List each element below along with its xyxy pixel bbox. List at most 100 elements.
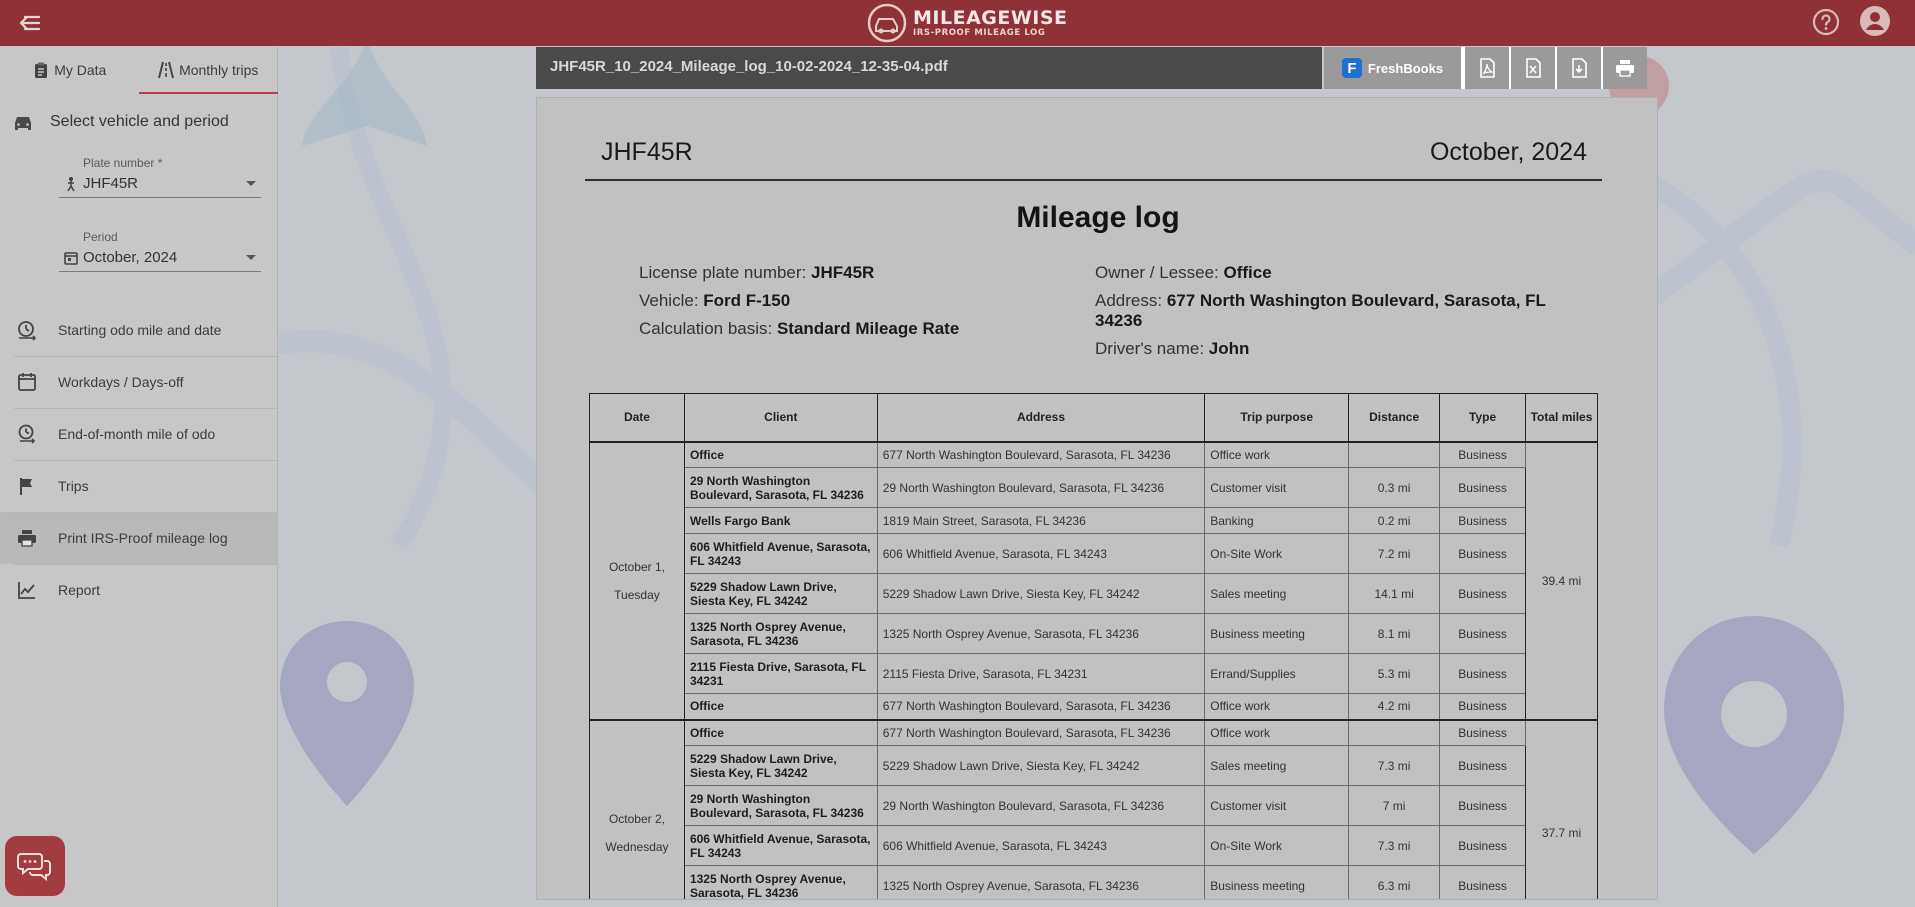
basis-label: Calculation basis:: [639, 319, 777, 338]
total-miles-cell: 39.4 mi: [1525, 440, 1598, 720]
owner-label: Owner / Lessee:: [1095, 263, 1224, 282]
distance-cell: 5.3 mi: [1348, 653, 1441, 694]
distance-cell: [1348, 440, 1441, 468]
plate-number-value: JHF45R: [83, 175, 139, 192]
table-row: 29 North Washington Boulevard, Sarasota,…: [590, 785, 1598, 826]
owner-line: Owner / Lessee: Office: [1095, 259, 1565, 287]
nav-workdays[interactable]: Workdays / Days-off: [0, 356, 277, 408]
column-header: Type: [1439, 393, 1527, 442]
purpose-cell: On-Site Work: [1204, 533, 1350, 574]
purpose-cell: Banking: [1204, 507, 1350, 534]
distance-cell: 0.3 mi: [1348, 467, 1441, 508]
client-cell: Wells Fargo Bank: [683, 507, 878, 534]
nav-label: Trips: [58, 478, 89, 494]
driver-label: Driver's name:: [1095, 339, 1209, 358]
print-button[interactable]: [1601, 47, 1647, 89]
client-cell: Office: [683, 693, 878, 720]
distance-cell: [1348, 718, 1441, 746]
back-arrow-icon[interactable]: [16, 9, 44, 37]
distance-cell: 8.1 mi: [1348, 613, 1441, 654]
trips-table: Date Client Address Trip purpose Distanc…: [589, 393, 1598, 899]
trips-table-body: October 1, Tuesday Office 677 North Washing…: [589, 440, 1598, 899]
calendar-icon: [64, 251, 78, 265]
excel-export-button[interactable]: [1509, 47, 1555, 89]
table-row: 5229 Shadow Lawn Drive, Siesta Key, FL 3…: [590, 745, 1598, 786]
pdf-filename-bar: JHF45R_10_2024_Mileage_log_10-02-2024_12…: [536, 47, 1322, 89]
nav-label: Workdays / Days-off: [58, 374, 184, 390]
table-row: 2115 Fiesta Drive, Sarasota, FL 34231 211…: [590, 653, 1598, 694]
license-value: JHF45R: [811, 263, 875, 282]
table-row: Wells Fargo Bank 1819 Main Street, Saraso…: [590, 507, 1598, 534]
vehicle-label: Vehicle:: [639, 291, 704, 310]
owner-value: Office: [1223, 263, 1272, 282]
nav-report[interactable]: Report: [0, 564, 277, 616]
chat-support-button[interactable]: [5, 836, 65, 896]
odometer-end-icon: [18, 424, 36, 444]
type-cell: Business: [1439, 785, 1527, 826]
period-select[interactable]: October, 2024: [59, 244, 261, 272]
chevron-down-icon: [246, 181, 256, 186]
tab-monthly-trips[interactable]: Monthly trips: [139, 46, 278, 94]
type-cell: Business: [1439, 533, 1527, 574]
plate-number-label: Plate number *: [83, 156, 163, 170]
address-cell: 677 North Washington Boulevard, Sarasota…: [876, 440, 1206, 468]
nav-label: End-of-month mile of odo: [58, 426, 216, 442]
file-export-icon: [1572, 58, 1587, 78]
pdf-filename: JHF45R_10_2024_Mileage_log_10-02-2024_12…: [550, 58, 948, 75]
plate-number-select[interactable]: JHF45R: [59, 170, 261, 198]
help-icon[interactable]: [1811, 7, 1841, 37]
column-header: Client: [683, 393, 878, 442]
license-label: License plate number:: [639, 263, 811, 282]
chevron-down-icon: [246, 255, 256, 260]
address-cell: 1819 Main Street, Sarasota, FL 34236: [876, 507, 1206, 534]
freshbooks-export-button[interactable]: F FreshBooks: [1324, 47, 1463, 89]
address-label: Address:: [1095, 291, 1167, 310]
type-cell: Business: [1439, 745, 1527, 786]
odometer-start-icon: [18, 321, 37, 341]
plate-number-field[interactable]: Plate number * JHF45R: [59, 156, 261, 198]
table-row: October 1, Tuesday Office 677 North Washing…: [589, 440, 1598, 720]
nav-starting-odo[interactable]: Starting odo mile and date: [0, 304, 277, 356]
distance-cell: 7.2 mi: [1348, 533, 1441, 574]
purpose-cell: Office work: [1204, 440, 1350, 468]
client-cell: 606 Whitfield Avenue, Sarasota, FL 34243: [683, 533, 878, 574]
active-tab-indicator: [139, 92, 278, 94]
client-cell: 2115 Fiesta Drive, Sarasota, FL 34231: [683, 653, 878, 694]
client-cell: Office: [683, 718, 878, 746]
weekday-label: Wednesday: [605, 839, 669, 854]
column-header: Distance: [1348, 393, 1441, 442]
top-app-bar: MILEAGEWISE IRS-PROOF MILEAGE LOG: [0, 0, 1915, 46]
flag-icon: [20, 478, 32, 495]
date-label: October 2,: [608, 811, 665, 826]
client-cell: 606 Whitfield Avenue, Sarasota, FL 34243: [683, 825, 878, 866]
account-icon[interactable]: [1859, 5, 1891, 37]
address-cell: 677 North Washington Boulevard, Sarasota…: [876, 693, 1206, 720]
purpose-cell: Customer visit: [1204, 785, 1350, 826]
column-header: Total miles: [1525, 393, 1598, 442]
nav-print-mileage-log[interactable]: Print IRS-Proof mileage log: [0, 512, 277, 564]
weekday-label: Tuesday: [614, 587, 660, 602]
driver-line: Driver's name: John: [1095, 335, 1565, 363]
document-title: Mileage log: [1016, 201, 1180, 234]
period-field[interactable]: Period October, 2024: [59, 230, 261, 272]
mileagewise-logo[interactable]: MILEAGEWISE IRS-PROOF MILEAGE LOG: [867, 1, 1068, 44]
address-cell: 1325 North Osprey Avenue, Sarasota, FL 3…: [876, 865, 1206, 899]
file-export-button[interactable]: [1555, 47, 1601, 89]
purpose-cell: Office work: [1204, 718, 1350, 746]
pdf-export-button[interactable]: [1463, 47, 1509, 89]
nav-label: Starting odo mile and date: [58, 322, 222, 338]
table-row: October 2, Wednesday Office 677 North Washi…: [589, 718, 1598, 899]
freshbooks-icon: F: [1341, 58, 1362, 78]
nav-end-of-month-odo[interactable]: End-of-month mile of odo: [0, 408, 277, 460]
logo-subtitle: IRS-PROOF MILEAGE LOG: [913, 27, 1046, 38]
person-icon: [67, 176, 75, 191]
nav-label: Print IRS-Proof mileage log: [58, 530, 228, 546]
address-cell: 29 North Washington Boulevard, Sarasota,…: [876, 467, 1206, 508]
clipboard-icon: [35, 62, 48, 78]
address-cell: 5229 Shadow Lawn Drive, Siesta Key, FL 3…: [876, 573, 1206, 614]
nav-trips[interactable]: Trips: [0, 460, 277, 512]
type-cell: Business: [1439, 467, 1527, 508]
sidebar: My Data Monthly trips Select vehicle and…: [0, 46, 278, 907]
pdf-icon: [1480, 58, 1495, 78]
tab-my-data[interactable]: My Data: [0, 46, 139, 94]
